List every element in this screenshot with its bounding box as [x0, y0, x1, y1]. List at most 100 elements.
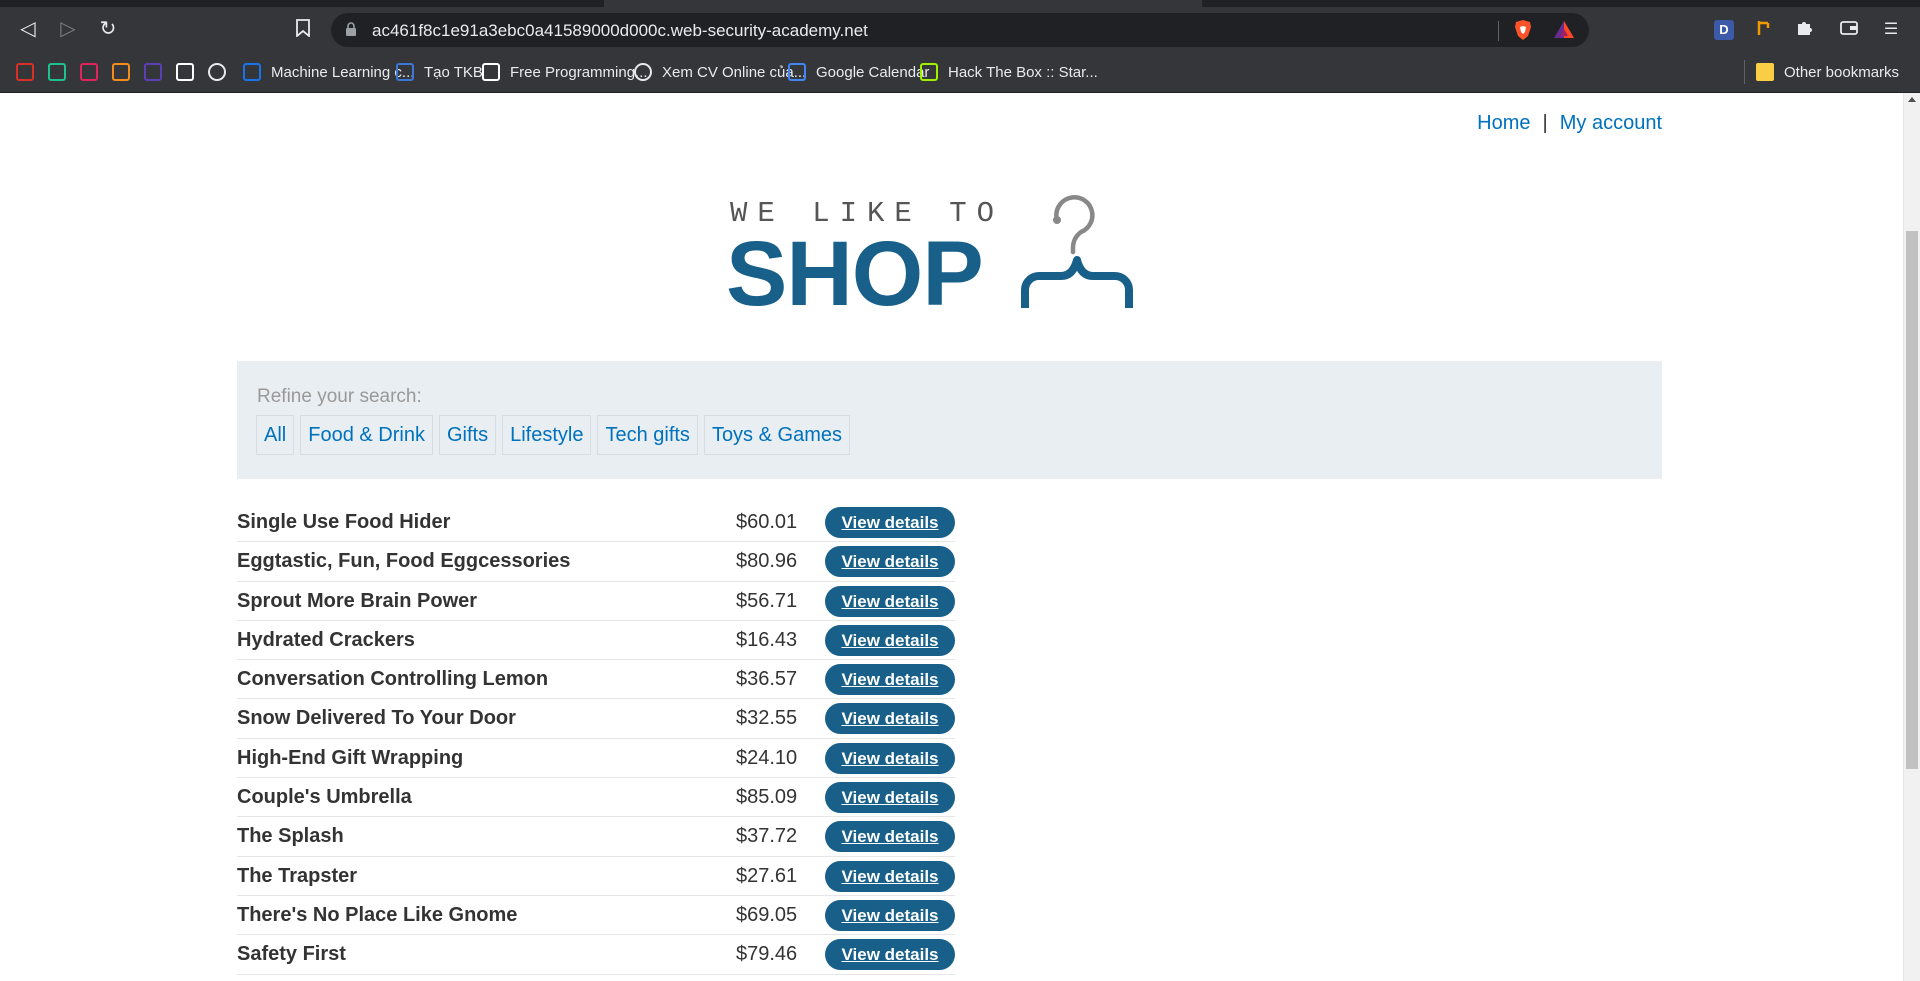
- view-details-button[interactable]: View details: [825, 507, 955, 538]
- filter-label: Refine your search:: [257, 386, 422, 407]
- bookmark-item[interactable]: [16, 61, 34, 83]
- product-price: $16.43: [736, 628, 798, 651]
- category-toys-games[interactable]: Toys & Games: [703, 415, 850, 455]
- product-name: Hydrated Crackers: [237, 628, 415, 651]
- castle-icon: [16, 63, 34, 81]
- tab-strip: [0, 0, 1920, 7]
- product-name: Conversation Controlling Lemon: [237, 668, 549, 691]
- view-details-button[interactable]: View details: [825, 939, 955, 971]
- category-tech-gifts[interactable]: Tech gifts: [597, 415, 698, 455]
- bookmark-item[interactable]: [80, 61, 98, 83]
- tiger-icon: [176, 63, 194, 81]
- dashlane-extension-icon[interactable]: D: [1714, 20, 1734, 40]
- bookmark-item[interactable]: [208, 61, 226, 83]
- book-icon: [482, 63, 500, 81]
- product-price: $36.57: [736, 668, 798, 691]
- reload-icon[interactable]: ↻: [96, 17, 120, 41]
- product-name: Sprout More Brain Power: [237, 589, 478, 612]
- bookmark-item[interactable]: [144, 61, 162, 83]
- product-price: $79.46: [736, 943, 798, 966]
- folder-icon: [1756, 63, 1774, 81]
- back-icon[interactable]: ◁: [16, 17, 40, 41]
- product-name: The Trapster: [237, 864, 358, 887]
- view-details-button[interactable]: View details: [825, 664, 955, 696]
- product-price: $32.55: [736, 707, 798, 730]
- product-row: Conversation Controlling Lemon $36.57 View…: [237, 660, 955, 700]
- product-price: $24.10: [736, 746, 798, 769]
- bookmark-item[interactable]: [112, 61, 130, 83]
- product-row: Single Use Food Hider $60.01 View details: [237, 503, 955, 543]
- bookmark-item[interactable]: Tạo TKB: [396, 61, 483, 83]
- bookmark-item[interactable]: Xem CV Online của...: [634, 61, 806, 83]
- cube-icon: [920, 63, 938, 81]
- view-details-button[interactable]: View details: [825, 546, 955, 578]
- wallet-icon[interactable]: [1838, 19, 1860, 41]
- bookmark-item[interactable]: [176, 61, 194, 83]
- view-details-button[interactable]: View details: [825, 742, 955, 774]
- browser-chrome: ◁ ▷ ↻ ac461f8c1e91a3ebc0a41589000d000c.w…: [0, 0, 1920, 93]
- bookmark-item[interactable]: Machine Learning c...: [243, 61, 414, 83]
- product-price: $56.71: [736, 589, 798, 612]
- bookmark-label: Xem CV Online của...: [662, 63, 807, 81]
- extension-icon[interactable]: [1754, 19, 1776, 41]
- other-bookmarks-label: Other bookmarks: [1784, 63, 1900, 81]
- brave-shields-icon[interactable]: [1512, 19, 1534, 41]
- product-row: Eggtastic, Fun, Food Eggcessories $80.96 V…: [237, 542, 955, 582]
- forward-icon[interactable]: ▷: [56, 17, 80, 41]
- home-link[interactable]: Home: [1477, 112, 1530, 134]
- bookmark-item[interactable]: Hack The Box :: Star...: [920, 61, 1098, 83]
- bookmark-label: Hack The Box :: Star...: [948, 63, 1098, 81]
- other-bookmarks[interactable]: Other bookmarks: [1756, 61, 1899, 83]
- product-row: High-End Gift Wrapping $24.10 View details: [237, 739, 955, 779]
- bookmark-item[interactable]: [48, 61, 66, 83]
- globe-icon: [634, 63, 652, 81]
- category-food-drink[interactable]: Food & Drink: [300, 415, 433, 455]
- product-name: The Splash: [237, 825, 344, 848]
- product-price: $80.96: [736, 550, 798, 573]
- my-account-link[interactable]: My account: [1560, 112, 1662, 134]
- bookmark-label: Free Programming...: [510, 63, 648, 81]
- calendar-icon: [788, 63, 806, 81]
- view-details-button[interactable]: View details: [825, 703, 955, 735]
- product-name: Couple's Umbrella: [237, 786, 412, 809]
- page-scrollbar[interactable]: [1903, 93, 1920, 981]
- bookmark-item[interactable]: Google Calendar: [788, 61, 929, 83]
- ship-icon: [243, 63, 261, 81]
- hanger-icon: [1021, 195, 1133, 308]
- category-lifestyle[interactable]: Lifestyle: [502, 415, 592, 455]
- product-name: High-End Gift Wrapping: [237, 746, 464, 769]
- scroll-up-icon[interactable]: [1908, 97, 1916, 102]
- scrollbar-thumb[interactable]: [1906, 231, 1918, 769]
- view-details-button[interactable]: View details: [825, 899, 955, 931]
- puzzle-icon[interactable]: [1794, 19, 1816, 41]
- address-bar[interactable]: ac461f8c1e91a3ebc0a41589000d000c.web-sec…: [331, 13, 1589, 47]
- header-nav: Home | My account: [1477, 112, 1662, 135]
- menu-icon[interactable]: ☰: [1880, 19, 1902, 41]
- a-icon: [112, 63, 130, 81]
- product-row: Safety First $79.46 View details: [237, 935, 955, 975]
- category-all[interactable]: All: [256, 415, 295, 455]
- bookmarks-divider: [1744, 60, 1745, 84]
- product-price: $37.72: [736, 825, 798, 848]
- product-row: Snow Delivered To Your Door $32.55 View de…: [237, 699, 955, 739]
- url-text[interactable]: ac461f8c1e91a3ebc0a41589000d000c.web-sec…: [372, 21, 868, 40]
- category-list: All Food & Drink Gifts Lifestyle Tech gi…: [256, 415, 850, 455]
- view-details-button[interactable]: View details: [825, 821, 955, 853]
- view-details-button[interactable]: View details: [825, 624, 955, 656]
- bookmark-label: Machine Learning c...: [271, 63, 415, 81]
- bookmark-label: Tạo TKB: [424, 63, 483, 81]
- shop-logo: WE LIKE TO SHOP: [726, 195, 1170, 320]
- bookmark-item[interactable]: Free Programming...: [482, 61, 648, 83]
- view-details-button[interactable]: View details: [825, 585, 955, 617]
- view-details-button[interactable]: View details: [825, 860, 955, 892]
- category-gifts[interactable]: Gifts: [438, 415, 497, 455]
- bookmark-label: Google Calendar: [816, 63, 930, 81]
- active-tab[interactable]: [604, 0, 1202, 7]
- view-details-button[interactable]: View details: [825, 782, 955, 814]
- page-viewport: Home | My account WE LIKE TO SHOP Refine y…: [0, 93, 1920, 981]
- brave-rewards-icon[interactable]: [1553, 19, 1575, 41]
- nav-separator: |: [1542, 112, 1548, 134]
- t-icon: [80, 63, 98, 81]
- product-price: $85.09: [736, 786, 798, 809]
- bookmark-page-icon[interactable]: [292, 19, 314, 41]
